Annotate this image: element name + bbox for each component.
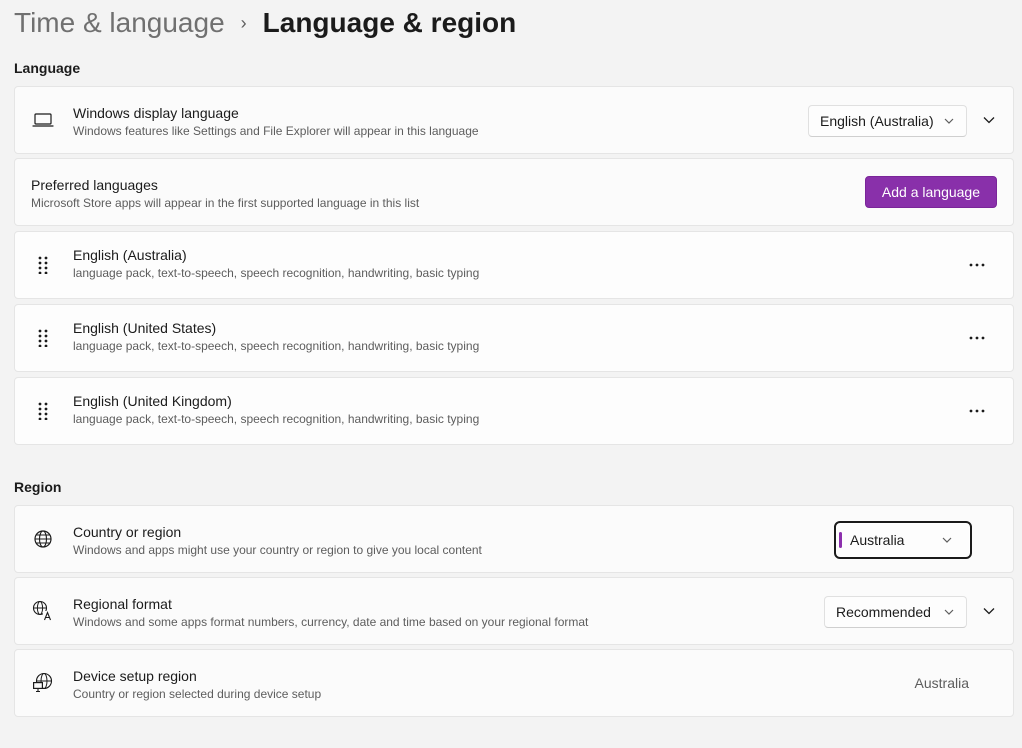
expand-chevron-icon[interactable] (975, 106, 1003, 134)
preferred-languages-card: Preferred languages Microsoft Store apps… (14, 158, 1014, 226)
display-language-value: English (Australia) (820, 113, 934, 129)
drag-handle-icon[interactable] (31, 326, 55, 350)
section-title-language: Language (14, 60, 81, 76)
more-options-icon[interactable] (963, 399, 991, 423)
preferred-languages-description: Microsoft Store apps will appear in the … (31, 196, 420, 210)
breadcrumb-parent[interactable]: Time & language (14, 5, 225, 41)
expand-chevron-icon[interactable] (975, 597, 1003, 625)
chevron-down-icon (942, 114, 956, 128)
breadcrumb-separator: › (240, 13, 247, 33)
language-name: English (United Kingdom) (73, 393, 232, 409)
laptop-icon (31, 108, 55, 132)
globe-device-icon (31, 671, 55, 695)
regional-format-card[interactable]: Regional format Windows and some apps fo… (14, 577, 1014, 645)
globe-language-icon (31, 599, 55, 623)
language-features: language pack, text-to-speech, speech re… (73, 412, 480, 426)
page-title: Language & region (262, 7, 517, 38)
language-name: English (United States) (73, 320, 217, 336)
language-item[interactable]: English (United States) language pack, t… (14, 304, 1014, 372)
regional-format-description: Windows and some apps format numbers, cu… (73, 615, 589, 629)
country-region-dropdown[interactable]: Australia (834, 521, 972, 559)
language-features: language pack, text-to-speech, speech re… (73, 266, 480, 280)
device-setup-region-description: Country or region selected during device… (73, 687, 322, 701)
drag-handle-icon[interactable] (31, 399, 55, 423)
display-language-title: Windows display language (73, 105, 239, 121)
more-options-icon[interactable] (963, 253, 991, 277)
more-options-icon[interactable] (963, 326, 991, 350)
country-region-card: Country or region Windows and apps might… (14, 505, 1014, 573)
section-title-region: Region (14, 479, 62, 495)
chevron-down-icon (940, 533, 954, 547)
regional-format-dropdown[interactable]: Recommended (824, 596, 967, 628)
preferred-languages-title: Preferred languages (31, 177, 158, 193)
regional-format-value: Recommended (836, 604, 931, 620)
language-features: language pack, text-to-speech, speech re… (73, 339, 480, 353)
country-region-title: Country or region (73, 524, 182, 540)
breadcrumb: Time & language › Language & region (14, 4, 516, 42)
language-item[interactable]: English (Australia) language pack, text-… (14, 231, 1014, 299)
language-name: English (Australia) (73, 247, 187, 263)
device-setup-region-value: Australia (914, 675, 969, 691)
country-region-value: Australia (850, 532, 905, 548)
chevron-down-icon (942, 605, 956, 619)
globe-icon (31, 527, 55, 551)
device-setup-region-card: Device setup region Country or region se… (14, 649, 1014, 717)
add-language-button[interactable]: Add a language (864, 176, 997, 208)
settings-page: Time & language › Language & region Lang… (0, 0, 1022, 748)
regional-format-title: Regional format (73, 596, 172, 612)
country-region-description: Windows and apps might use your country … (73, 543, 482, 557)
display-language-card[interactable]: Windows display language Windows feature… (14, 86, 1014, 154)
display-language-dropdown[interactable]: English (Australia) (808, 105, 967, 137)
drag-handle-icon[interactable] (31, 253, 55, 277)
display-language-description: Windows features like Settings and File … (73, 124, 479, 138)
device-setup-region-title: Device setup region (73, 668, 197, 684)
selection-indicator (839, 532, 842, 548)
language-item[interactable]: English (United Kingdom) language pack, … (14, 377, 1014, 445)
